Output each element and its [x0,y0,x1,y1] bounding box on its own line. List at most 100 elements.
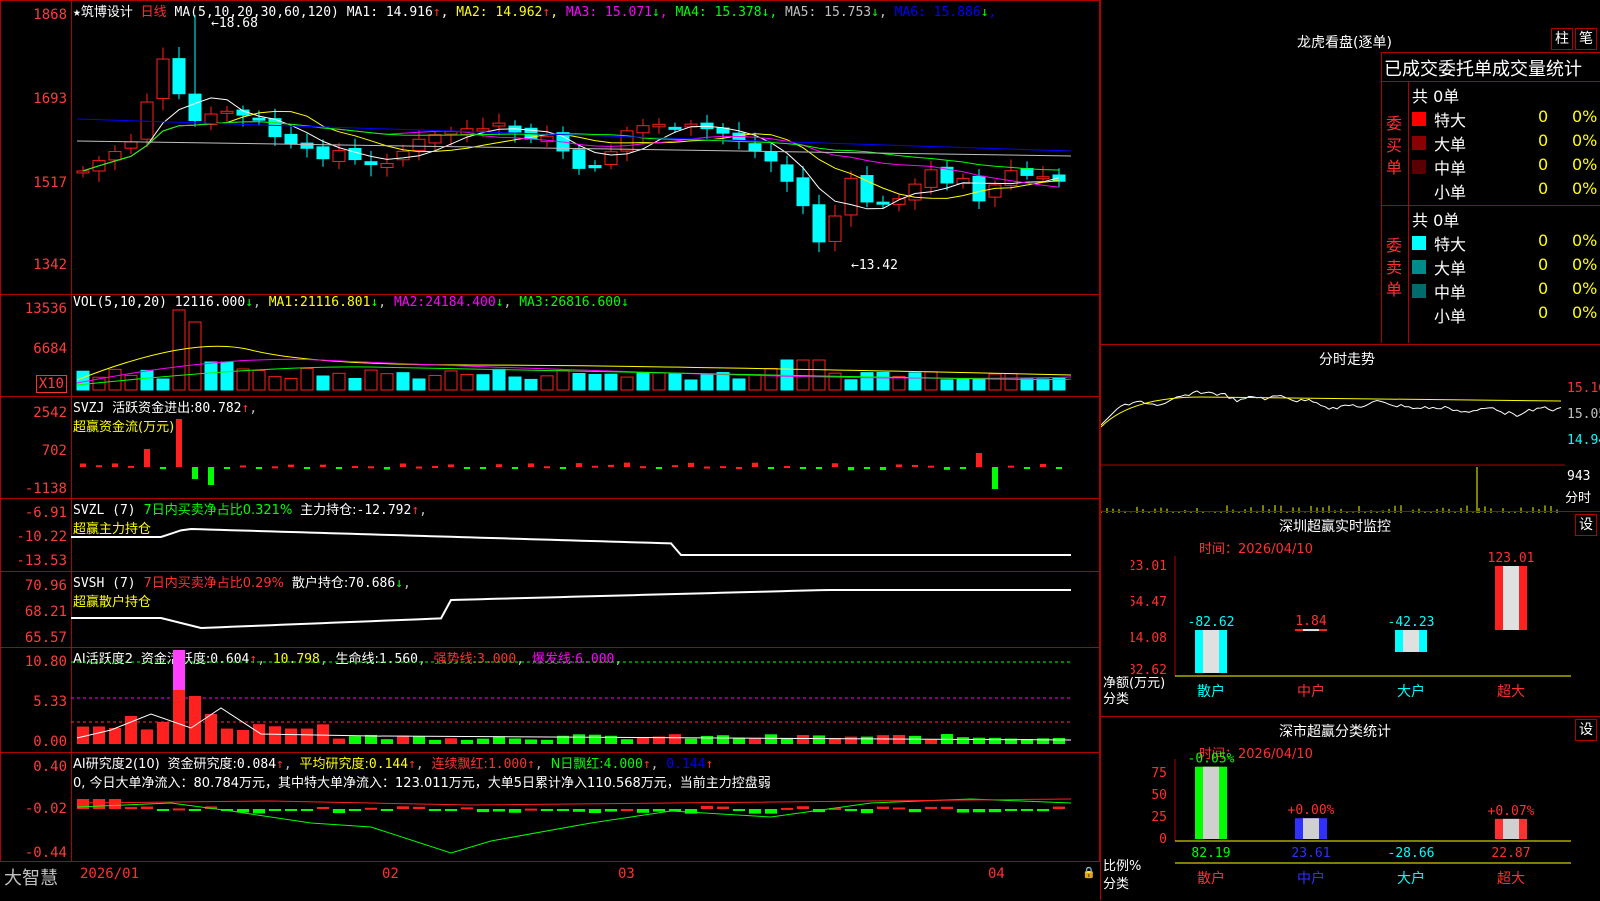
row-name: 小单 [1434,183,1467,202]
x-tick: 04 [988,866,1005,882]
volume-bar [620,376,634,391]
candlestick-chart[interactable]: ←18.68 ←13.42 [71,1,1099,294]
volume-bar [748,374,762,391]
svzl-line[interactable] [71,499,1099,571]
monitor-chart[interactable]: 123.01 54.47 -14.08 -82.62 -82.62 散户 1.84 中户 -42… [1131,542,1571,718]
activity-bar [717,735,729,744]
classify-bottom-label: -28.66 [1388,846,1435,861]
research-bar [109,799,121,809]
low-label: ←13.42 [851,258,898,273]
ytick: 5.33 [33,694,67,710]
research-line [76,798,1072,854]
intraday-chart[interactable] [1101,367,1565,513]
candle [636,125,650,134]
volume-bar [380,373,394,391]
fund-flow-bar [288,464,294,467]
volume-bar [796,359,810,391]
ai1-bars[interactable] [71,648,1099,752]
volume-panel[interactable]: 13536 6684 X10 VOL(5,10,20) 12116.000↓, … [0,294,1100,397]
ytick: -6.91 [24,505,67,521]
tick-mode-button[interactable]: 笔 [1575,28,1597,50]
volume-bar [460,374,474,391]
candle [1020,168,1034,176]
research-bar [349,809,361,811]
ai2-bars[interactable] [71,753,1099,861]
volume-bar [316,375,330,391]
fund-flow-bar [848,467,854,471]
activity-bar [765,734,777,744]
activity-bar [749,738,761,744]
volume-bar [476,374,490,391]
svzj-panel[interactable]: 2542 702 -1138 SVZJ 活跃资金进出:80.782↑, 超赢资金… [0,396,1100,499]
fenshi-title: 分时走势 [1319,352,1375,368]
ytick: 54.47 [1131,595,1167,610]
candle [668,126,682,130]
fund-flow-bar [608,464,614,467]
legend-swatch [1412,236,1426,250]
fund-flow-bar [304,467,310,469]
research-bar [909,809,921,813]
classify-chart[interactable]: 75 50 25 0 -0.05% 82.19 散户 +0.00% 23.61 中户 -28.66 大… [1131,745,1571,901]
monitor-settings-button[interactable]: 设 [1575,514,1597,536]
classify-panel[interactable]: 深市超赢分类统计 设 时间：2026/04/10 比例% 分类 75 50 25 0-… [1100,716,1600,900]
candle [444,131,458,135]
research-bar [253,809,265,814]
kline-panel[interactable]: 1868 1693 1517 1342 ★筑博设计 日线 MA(5,10,20,… [0,0,1100,295]
fund-flow-bar [448,464,454,467]
volume-bar [940,379,954,391]
activity-bar [349,736,361,744]
volume-bar [204,361,218,391]
ytick: -13.53 [16,553,67,569]
research-bar [461,807,473,810]
activity-bar [333,738,345,744]
classify-settings-button[interactable]: 设 [1575,719,1597,741]
fund-flow-bar [1008,465,1014,468]
research-bar [141,806,153,809]
legend-swatch [1412,308,1426,322]
fund-flow-bar [240,465,246,468]
row-percent: 0% [1572,303,1598,322]
activity-bar [573,734,585,744]
candle [572,149,586,169]
monitor-panel[interactable]: 深圳超赢实时监控 设 时间：2026/04/10 净额(万元) 分类 123.0… [1100,511,1600,717]
fund-flow-bar [1040,463,1046,467]
fenshi-panel[interactable]: 分时走势 15.16 15.05 14.94 943 分时 [1100,344,1600,513]
volume-bar [540,375,554,391]
svsh-panel[interactable]: 70.96 68.21 65.57 SVSH (7) 7日内买卖净占比0.29%… [0,571,1100,648]
activity-bar [957,737,969,744]
classify-bottom-label: 22.87 [1491,846,1530,861]
classify-bar-highlight [1203,766,1219,839]
svsh-line[interactable] [71,572,1099,647]
research-bar [189,809,201,811]
lock-icon[interactable]: 🔒 [1082,866,1096,879]
research-bar [157,809,169,811]
activity-bar [237,729,249,744]
svzj-bars[interactable] [71,397,1099,498]
activity-bar [93,726,105,744]
activity-bar [157,722,169,744]
ai-activity-panel[interactable]: 10.80 5.33 0.00 AI活跃度2 资金活跃度:0.604↑, 10.… [0,647,1100,753]
ytick: 65.57 [24,630,67,646]
ytick: -0.02 [24,801,67,817]
activity-bar [221,728,233,744]
fund-flow-bar [192,467,198,479]
fund-flow-bar [704,466,710,469]
volume-bars[interactable] [71,295,1099,396]
fund-flow-bar [224,467,230,469]
legend-swatch [1412,184,1426,198]
monitor-title: 深圳超赢实时监控 [1279,519,1391,535]
classify-top-label: +0.07% [1488,804,1535,819]
volume-bar [444,370,458,391]
longhu-panel: 龙虎看盘(逐单) 柱 笔 已成交委托单成交量统计 委买单 委卖单 共 0单 共 … [1100,0,1600,345]
bar-mode-button[interactable]: 柱 [1551,28,1573,50]
ai-research-panel[interactable]: 0.40 -0.02 -0.44 AI研究度2(10) 资金研究度:0.084↑… [0,752,1100,862]
candle [1036,176,1050,180]
row-value: 0 [1538,131,1549,150]
candle [796,177,810,207]
fund-flow-bar [976,453,982,467]
fund-flow-bar [464,467,470,469]
fund-flow-bar [688,462,694,467]
candle [300,142,314,149]
ytick: 68.21 [24,604,67,620]
svzl-panel[interactable]: -6.91 -10.22 -13.53 SVZL (7) 7日内买卖净占比0.3… [0,498,1100,572]
